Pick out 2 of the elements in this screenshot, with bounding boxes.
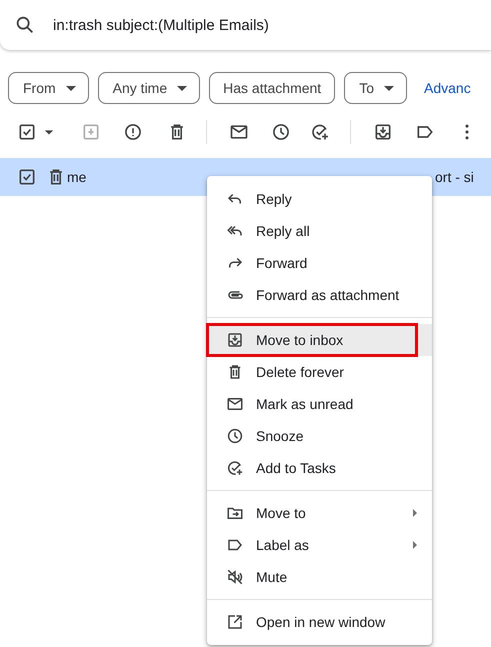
email-subject: ort - si	[435, 169, 474, 185]
sender-name: me	[67, 169, 86, 185]
